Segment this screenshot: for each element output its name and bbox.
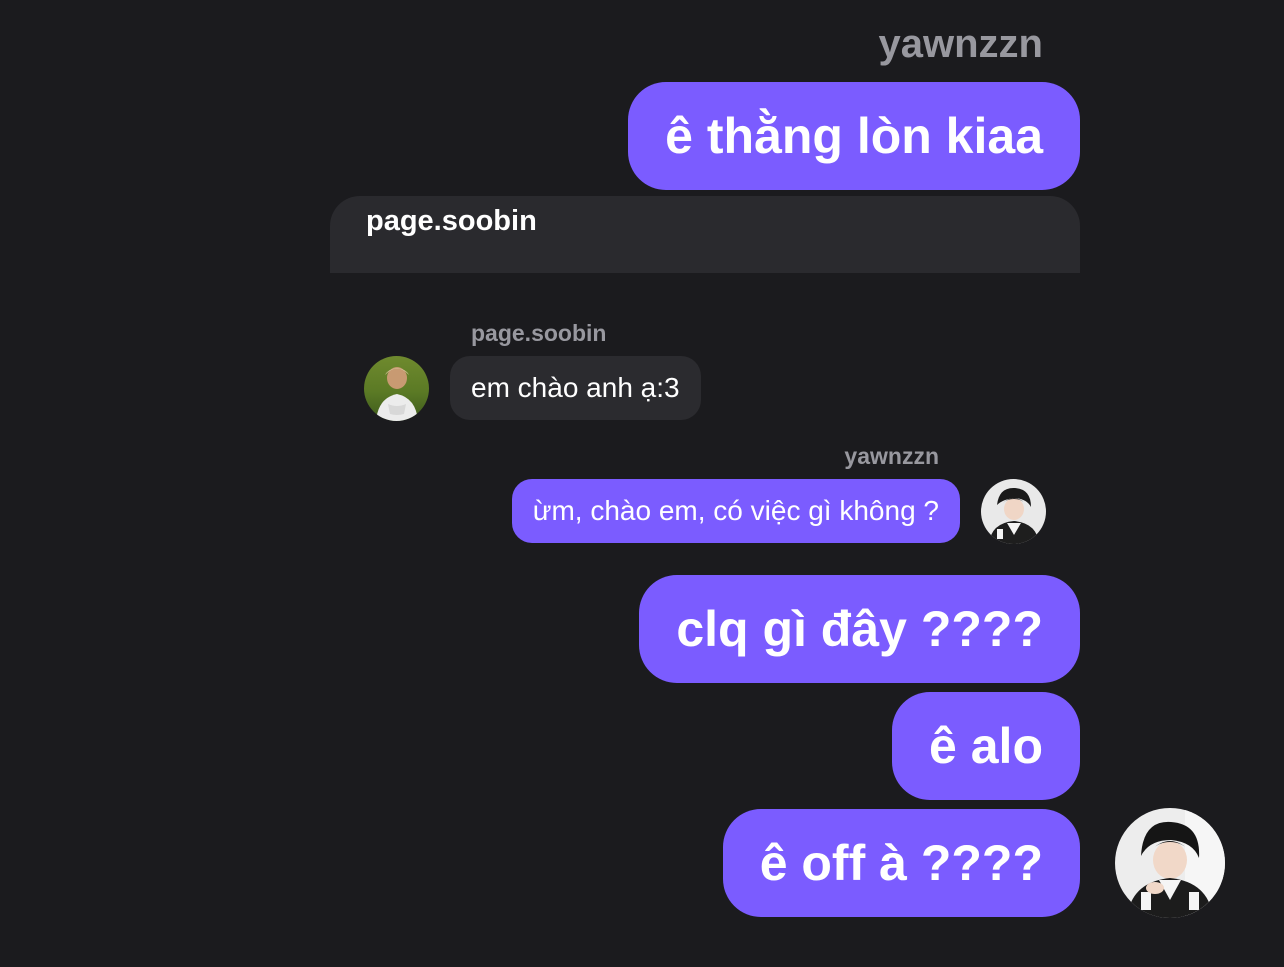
avatar-icon[interactable] — [981, 479, 1046, 544]
reply-card[interactable]: page.soobin — [330, 196, 1080, 273]
message-bubble[interactable]: ê alo — [892, 692, 1080, 800]
incoming-message-bubble[interactable]: em chào anh ạ:3 — [450, 356, 701, 420]
avatar-icon[interactable] — [1115, 808, 1225, 918]
outgoing-message-bubble[interactable]: ừm, chào em, có việc gì không ? — [511, 479, 960, 543]
message-bubble[interactable]: clq gì đây ???? — [639, 575, 1080, 683]
outgoing-sender-name: yawnzzn — [844, 443, 939, 469]
message-bubble[interactable]: ê off à ???? — [722, 809, 1080, 917]
incoming-sender-name: page.soobin — [471, 320, 607, 346]
reply-card-username: page.soobin — [366, 205, 537, 237]
sender-name: yawnzzn — [878, 22, 1043, 66]
message-bubble[interactable]: ê thằng lòn kiaa — [628, 82, 1080, 190]
avatar-icon[interactable] — [364, 356, 429, 421]
